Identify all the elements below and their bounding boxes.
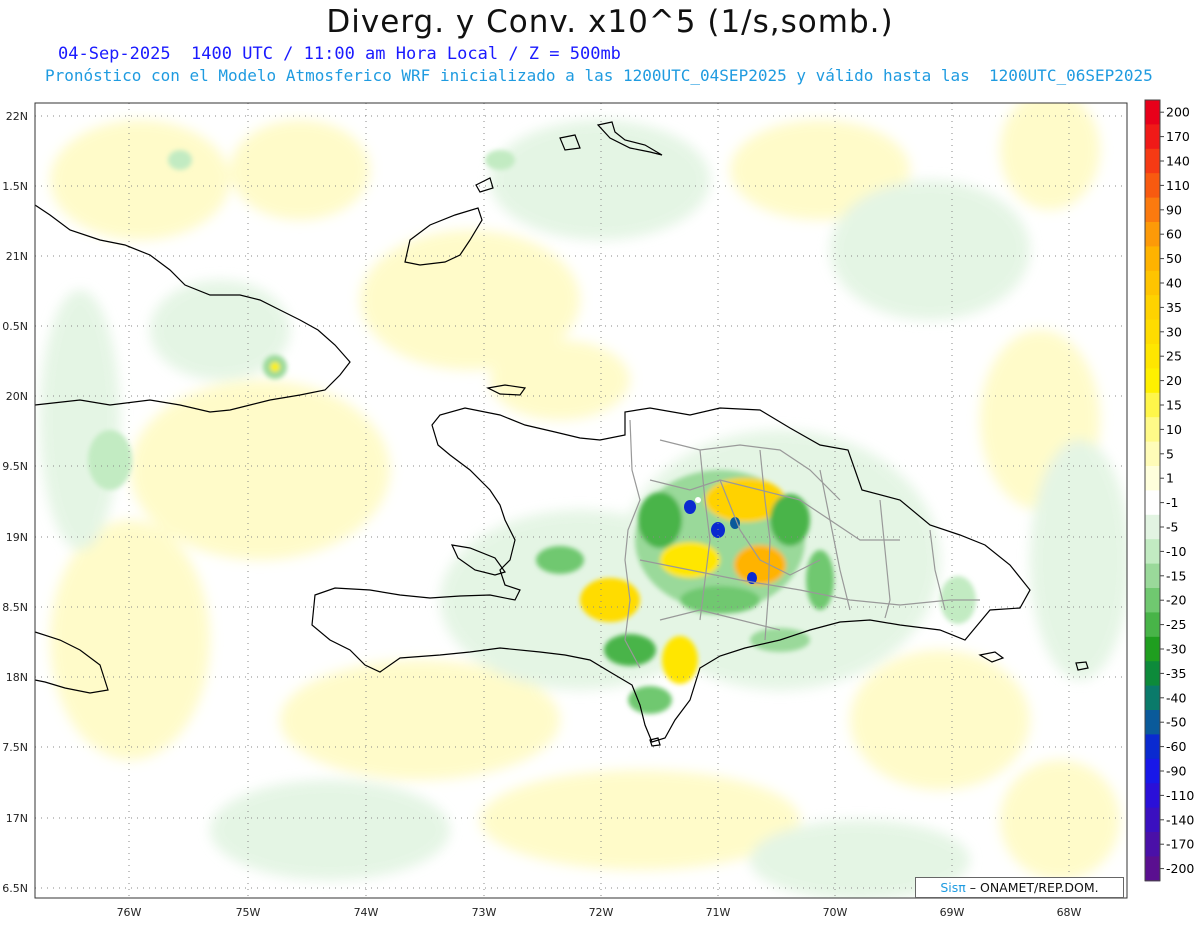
lon-label: 70W: [823, 906, 848, 919]
lon-label: 69W: [940, 906, 965, 919]
lon-label: 76W: [117, 906, 142, 919]
colorbar-label: 5: [1166, 446, 1174, 461]
colorbar-label: 140: [1166, 154, 1190, 169]
lat-label: 7.5N: [2, 741, 28, 754]
colorbar-swatch: [1145, 466, 1160, 491]
colorbar-swatch: [1145, 197, 1160, 223]
colorbar-label: 60: [1166, 227, 1182, 242]
lon-label: 71W: [706, 906, 731, 919]
colorbar-swatch: [1145, 319, 1160, 345]
colorbar-label: 35: [1166, 300, 1182, 315]
colorbar-swatch: [1145, 270, 1160, 296]
colorbar-swatch: [1145, 710, 1160, 735]
colorbar-label: 20: [1166, 373, 1182, 388]
colorbar-label: -50: [1166, 715, 1186, 730]
lat-label: 0.5N: [2, 320, 28, 333]
colorbar-label: 50: [1166, 251, 1182, 266]
colorbar-swatch: [1145, 807, 1160, 833]
colorbar-label: 10: [1166, 422, 1182, 437]
lon-label: 73W: [472, 906, 497, 919]
longitude-labels: 76W 75W 74W 73W 72W 71W 70W 69W 68W: [117, 906, 1082, 919]
colorbar-swatch: [1145, 124, 1160, 150]
colorbar-label: 1: [1166, 471, 1174, 486]
colorbar-swatch: [1145, 514, 1160, 540]
lon-label: 75W: [236, 906, 261, 919]
colorbar-swatch: [1145, 148, 1160, 174]
colorbar-label: -30: [1166, 642, 1186, 657]
colorbar-label: -170: [1166, 837, 1194, 852]
colorbar-label: -10: [1166, 544, 1186, 559]
colorbar-swatch: [1145, 100, 1160, 125]
lon-label: 72W: [589, 906, 614, 919]
colorbar-label: -90: [1166, 764, 1186, 779]
lat-label: 22N: [6, 110, 28, 123]
colorbar-swatch: [1145, 490, 1160, 516]
colorbar-swatch: [1145, 636, 1160, 662]
colorbar-label: 90: [1166, 202, 1182, 217]
colorbar-label: -60: [1166, 739, 1186, 754]
colorbar-swatch: [1145, 758, 1160, 784]
colorbar-label: -140: [1166, 812, 1194, 827]
colorbar-label: 15: [1166, 398, 1182, 413]
colorbar-swatch: [1145, 685, 1160, 711]
credit-box: Sisπ – ONAMET/REP.DOM.: [915, 877, 1124, 898]
colorbar: 200 170 140 110 90 60 50 40 35 30 25 20 15 10 5 1 -1 -5 -1…: [1144, 99, 1194, 882]
colorbar-swatch: [1145, 734, 1160, 760]
colorbar-label: 170: [1166, 129, 1190, 144]
colorbar-swatch: [1145, 295, 1160, 321]
colorbar-label: -25: [1166, 617, 1186, 632]
colorbar-label: 30: [1166, 324, 1182, 339]
lon-label: 74W: [354, 906, 379, 919]
colorbar-swatch: [1145, 539, 1160, 565]
lat-label: 21N: [6, 250, 28, 263]
lat-label: 20N: [6, 390, 28, 403]
lat-label: 19N: [6, 531, 28, 544]
colorbar-swatch: [1145, 563, 1160, 589]
colorbar-label: 40: [1166, 276, 1182, 291]
colorbar-label: -15: [1166, 568, 1186, 583]
colorbar-swatch: [1145, 417, 1160, 443]
lat-label: 17N: [6, 812, 28, 825]
colorbar-swatch: [1145, 222, 1160, 247]
lon-label: 68W: [1057, 906, 1082, 919]
colorbar-swatch: [1145, 832, 1160, 857]
lat-label: 18N: [6, 671, 28, 684]
colorbar-swatch: [1145, 392, 1160, 418]
colorbar-swatch: [1145, 441, 1160, 467]
colorbar-swatch: [1145, 612, 1160, 638]
lat-label: 8.5N: [2, 601, 28, 614]
colorbar-swatch: [1145, 173, 1160, 199]
colorbar-label: 200: [1166, 105, 1190, 120]
latitude-labels: 22N 1.5N 21N 0.5N 20N 9.5N 19N 8.5N 18N …: [2, 110, 28, 895]
colorbar-swatch: [1145, 661, 1160, 687]
lat-label: 6.5N: [2, 882, 28, 895]
colorbar-swatch: [1145, 246, 1160, 272]
colorbar-label: -200: [1166, 861, 1194, 876]
credit-sis: Sisπ: [940, 880, 966, 895]
colorbar-swatch: [1145, 344, 1160, 369]
colorbar-swatch: [1145, 783, 1160, 809]
map-figure: 22N 1.5N 21N 0.5N 20N 9.5N 19N 8.5N 18N …: [2, 99, 1194, 919]
colorbar-label: -20: [1166, 593, 1186, 608]
colorbar-swatch: [1145, 368, 1160, 394]
colorbar-label: 25: [1166, 349, 1182, 364]
lat-label: 1.5N: [2, 180, 28, 193]
colorbar-label: 110: [1166, 178, 1190, 193]
colorbar-label: -5: [1166, 520, 1178, 535]
colorbar-label: -110: [1166, 788, 1194, 803]
colorbar-swatch: [1145, 588, 1160, 613]
colorbar-label: -40: [1166, 690, 1186, 705]
colorbar-label: -1: [1166, 495, 1178, 510]
lat-label: 9.5N: [2, 460, 28, 473]
credit-rest: – ONAMET/REP.DOM.: [965, 880, 1099, 895]
colorbar-swatch: [1145, 856, 1160, 882]
colorbar-label: -35: [1166, 666, 1186, 681]
